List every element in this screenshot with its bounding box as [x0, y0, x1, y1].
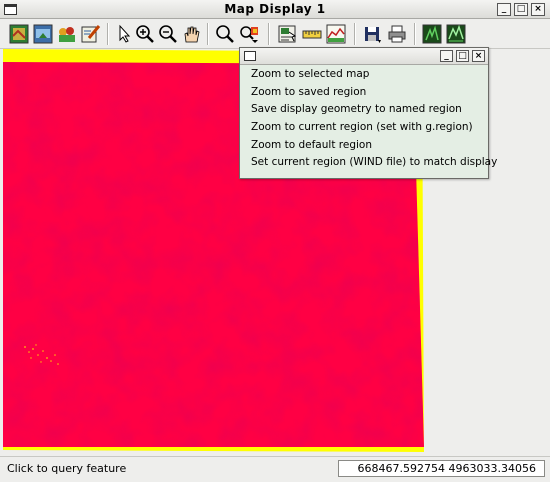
zoom-out-icon[interactable]: [157, 23, 179, 45]
toolbar-separator: [354, 23, 356, 45]
menu-item-zoom-current-region[interactable]: Zoom to current region (set with g.regio…: [240, 119, 488, 137]
title-bar: Map Display 1 _ □ ×: [0, 0, 550, 19]
2d-view-icon[interactable]: [421, 23, 443, 45]
save-icon[interactable]: [361, 23, 383, 45]
zoom-menu-window: _ □ × Zoom to selected map Zoom to saved…: [239, 47, 497, 179]
status-message: Click to query feature: [7, 462, 127, 475]
toolbar-separator: [107, 23, 109, 45]
zoom-menu-icon[interactable]: [238, 23, 260, 45]
draw-icon[interactable]: [80, 23, 102, 45]
3d-view-icon[interactable]: [445, 23, 467, 45]
window-title: Map Display 1: [224, 2, 326, 16]
close-button[interactable]: ×: [531, 3, 545, 16]
menu-item-zoom-default-region[interactable]: Zoom to default region: [240, 137, 488, 155]
maximize-button[interactable]: □: [514, 3, 528, 16]
zoom-back-icon[interactable]: [214, 23, 236, 45]
zoom-in-icon[interactable]: [134, 23, 156, 45]
minimize-button[interactable]: _: [497, 3, 511, 16]
display-map-icon[interactable]: [8, 23, 30, 45]
toolbar-separator: [207, 23, 209, 45]
measure-icon[interactable]: [301, 23, 323, 45]
print-icon[interactable]: [386, 23, 408, 45]
coordinates-display: 668467.592754 4963033.34056: [338, 460, 545, 477]
toolbar-separator: [414, 23, 416, 45]
add-layer-icon[interactable]: [56, 23, 78, 45]
pointer-icon[interactable]: [113, 23, 135, 45]
menu-item-save-display-geometry[interactable]: Save display geometry to named region: [240, 101, 488, 119]
close-button[interactable]: ×: [472, 50, 485, 62]
status-bar: Click to query feature 668467.592754 496…: [0, 456, 550, 482]
pan-icon[interactable]: [180, 23, 202, 45]
maximize-button[interactable]: □: [456, 50, 469, 62]
menu-item-zoom-selected-map[interactable]: Zoom to selected map: [240, 66, 488, 84]
redraw-display-icon[interactable]: [32, 23, 54, 45]
toolbar-separator: [268, 23, 270, 45]
query-icon[interactable]: [276, 23, 298, 45]
menu-item-set-current-region[interactable]: Set current region (WIND file) to match …: [240, 154, 497, 172]
map-toolbar: [0, 19, 550, 49]
minimize-button[interactable]: _: [440, 50, 453, 62]
zoom-menu-titlebar: _ □ ×: [240, 48, 488, 65]
menu-item-zoom-saved-region[interactable]: Zoom to saved region: [240, 84, 488, 102]
window-menu-icon[interactable]: [244, 51, 256, 61]
profile-icon[interactable]: [325, 23, 347, 45]
